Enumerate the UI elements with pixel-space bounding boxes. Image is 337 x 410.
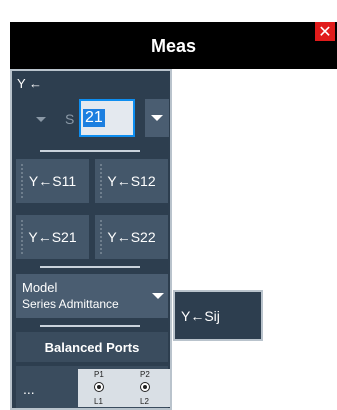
chevron-down-icon xyxy=(151,115,163,121)
section-label: Y ← xyxy=(17,76,43,91)
y-s21-button[interactable]: Y←S21 xyxy=(16,215,89,259)
port-label-l2: L2 xyxy=(140,397,149,406)
port-label-p2: P2 xyxy=(140,370,150,379)
model-dropdown[interactable]: Model Series Admittance xyxy=(16,274,168,318)
conversion-panel: Y ← S 21 Y←S11 Y←S12 Y←S21 Y←S22 Model S… xyxy=(10,69,172,410)
close-button[interactable]: ✕ xyxy=(315,22,335,41)
s-parameter-prefix: S xyxy=(65,111,75,127)
dialog-title: Meas xyxy=(150,36,197,56)
model-value: Series Admittance xyxy=(22,297,119,311)
port-2-icon xyxy=(140,382,150,392)
y-s22-button[interactable]: Y←S22 xyxy=(95,215,168,259)
chevron-down-icon xyxy=(36,117,46,122)
port-1-icon xyxy=(94,382,104,392)
s-parameter-input[interactable]: 21 xyxy=(79,99,135,137)
model-label: Model xyxy=(22,280,58,295)
ellipsis-label: ... xyxy=(23,381,35,397)
divider xyxy=(40,266,140,268)
s-parameter-dropdown-button[interactable] xyxy=(145,99,169,137)
divider xyxy=(40,325,140,327)
balanced-ports-button[interactable]: Balanced Ports xyxy=(16,332,168,362)
dialog-title-bar: Meas xyxy=(10,22,337,69)
y-sij-button[interactable]: Y←Sij xyxy=(173,290,263,341)
s-parameter-value: 21 xyxy=(83,109,105,127)
divider xyxy=(40,150,140,152)
port-label-p1: P1 xyxy=(94,370,104,379)
close-icon: ✕ xyxy=(318,23,332,41)
chevron-down-icon xyxy=(152,293,164,299)
y-s11-button[interactable]: Y←S11 xyxy=(16,159,89,203)
port-label-l1: L1 xyxy=(94,397,103,406)
port-diagram: P1 P2 L1 L2 xyxy=(78,369,170,407)
y-s12-button[interactable]: Y←S12 xyxy=(95,159,168,203)
port-configuration-button[interactable]: ... P1 P2 L1 L2 xyxy=(16,366,170,410)
